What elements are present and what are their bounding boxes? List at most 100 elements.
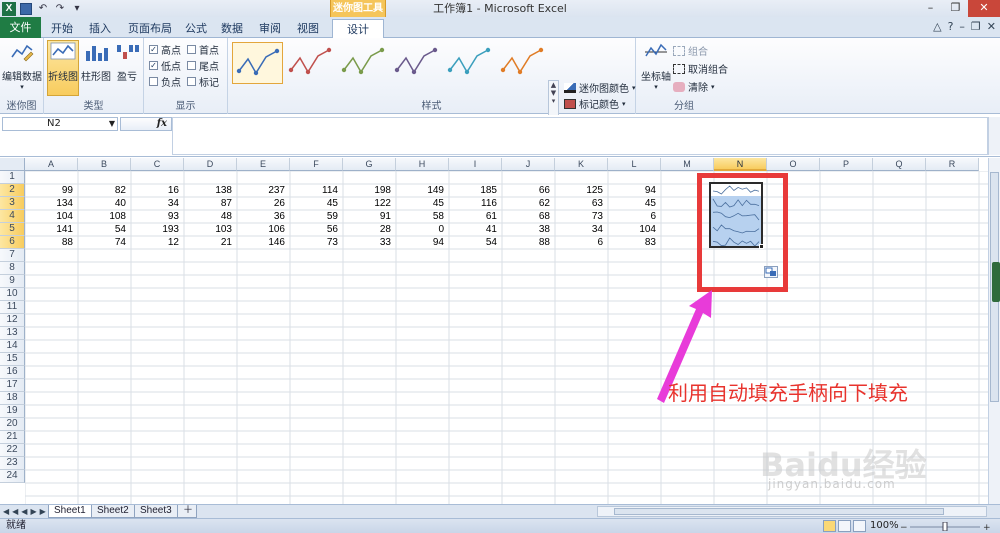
cell-value[interactable]: 41 (449, 223, 502, 236)
row-header[interactable]: 15 (0, 353, 25, 366)
tab-data[interactable]: 数据 (214, 19, 250, 38)
row-header[interactable]: 6 (0, 236, 25, 249)
sheet-tab[interactable]: Sheet1 (48, 505, 92, 518)
sheet-tab[interactable]: Sheet3 (134, 505, 178, 518)
redo-icon[interactable]: ↷ (53, 2, 67, 16)
page-break-view-icon[interactable] (853, 520, 866, 532)
horizontal-scroll-thumb[interactable] (614, 508, 944, 515)
cell-value[interactable]: 73 (555, 210, 608, 223)
insert-function-icon[interactable]: fx (157, 118, 167, 129)
chevron-down-icon[interactable]: ▼ (109, 118, 115, 130)
cell-value[interactable]: 93 (131, 210, 184, 223)
row-header[interactable]: 18 (0, 392, 25, 405)
cell-value[interactable]: 45 (608, 197, 661, 210)
row-header[interactable]: 11 (0, 301, 25, 314)
workbook-restore-icon[interactable]: ❐ (971, 20, 981, 33)
cell-value[interactable]: 88 (25, 236, 78, 249)
formula-bar-expand[interactable] (988, 117, 1000, 155)
cell-value[interactable]: 94 (608, 184, 661, 197)
column-header[interactable]: H (396, 158, 449, 171)
row-header[interactable]: 4 (0, 210, 25, 223)
checkbox-box[interactable]: ✓ (149, 45, 158, 54)
row-header[interactable]: 12 (0, 314, 25, 327)
row-header[interactable]: 19 (0, 405, 25, 418)
tab-review[interactable]: 审阅 (252, 19, 288, 38)
sparkline-color-button[interactable]: 迷你图颜色 ▾ (564, 80, 636, 95)
row-header[interactable]: 7 (0, 249, 25, 262)
side-tool-handle[interactable] (992, 262, 1000, 302)
cell-value[interactable]: 237 (237, 184, 290, 197)
column-header[interactable]: A (25, 158, 78, 171)
column-header[interactable]: C (131, 158, 184, 171)
cell-value[interactable]: 12 (131, 236, 184, 249)
cell-value[interactable]: 21 (184, 236, 237, 249)
cell-value[interactable]: 54 (78, 223, 131, 236)
cell-value[interactable]: 28 (343, 223, 396, 236)
cell-value[interactable]: 6 (608, 210, 661, 223)
horizontal-scrollbar[interactable] (597, 506, 987, 517)
cell-value[interactable]: 116 (449, 197, 502, 210)
cell-value[interactable]: 58 (396, 210, 449, 223)
tab-insert[interactable]: 插入 (82, 19, 118, 38)
group-button[interactable]: 组合 (673, 43, 708, 58)
style-swatch[interactable] (391, 42, 442, 84)
row-header[interactable]: 14 (0, 340, 25, 353)
column-header[interactable]: D (184, 158, 237, 171)
close-icon[interactable]: ✕ (968, 0, 1000, 17)
checkbox-box[interactable] (187, 77, 196, 86)
cell-value[interactable]: 62 (502, 197, 555, 210)
column-header[interactable]: Q (873, 158, 926, 171)
line-type-button[interactable]: 折线图 (47, 40, 79, 96)
cell-value[interactable]: 34 (555, 223, 608, 236)
checkbox-negative-point[interactable]: 负点 (149, 74, 181, 89)
name-box[interactable]: N2 ▼ (2, 117, 118, 131)
style-swatch[interactable] (444, 42, 495, 84)
column-header[interactable]: B (78, 158, 131, 171)
row-header[interactable]: 8 (0, 262, 25, 275)
row-header[interactable]: 22 (0, 444, 25, 457)
customize-qat-icon[interactable]: ▾ (70, 2, 84, 16)
formula-input[interactable] (172, 117, 988, 155)
style-swatch[interactable] (285, 42, 336, 84)
tab-home[interactable]: 开始 (44, 19, 80, 38)
cell-value[interactable]: 66 (502, 184, 555, 197)
column-header[interactable]: K (555, 158, 608, 171)
row-header[interactable]: 16 (0, 366, 25, 379)
cell-value[interactable]: 40 (78, 197, 131, 210)
checkbox-last-point[interactable]: 尾点 (187, 58, 219, 73)
checkbox-markers[interactable]: 标记 (187, 74, 219, 89)
column-header[interactable]: I (449, 158, 502, 171)
cell-value[interactable]: 149 (396, 184, 449, 197)
cell-value[interactable]: 73 (290, 236, 343, 249)
cell-value[interactable]: 114 (290, 184, 343, 197)
workbook-minimize-icon[interactable]: – (959, 20, 965, 33)
tab-file[interactable]: 文件 (0, 17, 41, 38)
minimize-ribbon-icon[interactable]: △ (933, 20, 941, 33)
row-header[interactable]: 17 (0, 379, 25, 392)
column-header[interactable]: F (290, 158, 343, 171)
row-header[interactable]: 13 (0, 327, 25, 340)
column-header[interactable]: N (714, 158, 767, 171)
checkbox-box[interactable]: ✓ (149, 61, 158, 70)
row-header[interactable]: 20 (0, 418, 25, 431)
style-swatch[interactable] (232, 42, 283, 84)
cell-value[interactable]: 68 (502, 210, 555, 223)
sheet-tab[interactable]: Sheet2 (91, 505, 135, 518)
column-header[interactable]: P (820, 158, 873, 171)
page-layout-view-icon[interactable] (838, 520, 851, 532)
row-header[interactable]: 10 (0, 288, 25, 301)
cell-value[interactable]: 36 (237, 210, 290, 223)
cell-value[interactable]: 125 (555, 184, 608, 197)
cell-value[interactable]: 6 (555, 236, 608, 249)
cell-value[interactable]: 56 (290, 223, 343, 236)
row-header[interactable]: 1 (0, 171, 25, 184)
style-swatch[interactable] (497, 42, 548, 84)
checkbox-box[interactable] (187, 61, 196, 70)
excel-logo-icon[interactable]: X (2, 1, 16, 16)
tab-formulas[interactable]: 公式 (178, 19, 214, 38)
column-header[interactable]: L (608, 158, 661, 171)
checkbox-first-point[interactable]: 首点 (187, 42, 219, 57)
style-swatch[interactable] (338, 42, 389, 84)
cell-value[interactable]: 94 (396, 236, 449, 249)
cell-value[interactable]: 122 (343, 197, 396, 210)
